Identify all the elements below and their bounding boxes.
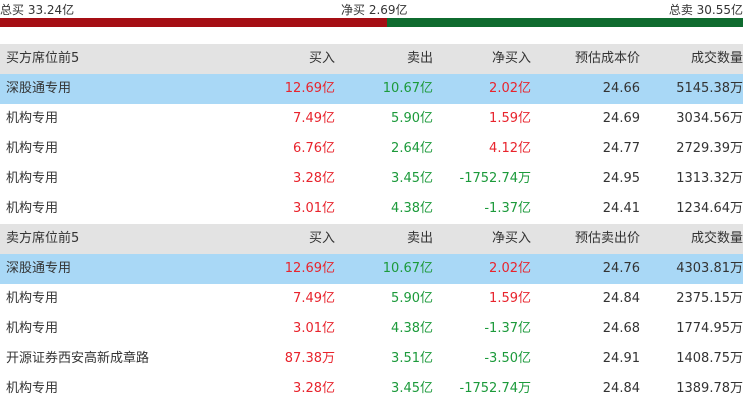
net-buy-cell: 4.12亿 <box>489 141 531 156</box>
seat-name-cell: 开源证券西安高新成章路 <box>6 351 150 366</box>
sell-seats-header-est-price: 预估卖出价 <box>574 231 640 246</box>
est-price-cell: 24.41 <box>602 201 640 216</box>
sell-seats-header-sell-amount: 卖出 <box>406 231 433 246</box>
sell-seats-header-volume: 成交数量 <box>690 231 743 246</box>
sell-amount-cell: 5.90亿 <box>391 111 433 126</box>
est-price-cell: 24.91 <box>602 351 640 366</box>
buy-seats-header-net-buy: 净买入 <box>491 51 531 66</box>
est-price-cell: 24.68 <box>602 321 640 336</box>
summary-labels: 总买 33.24亿 净买 2.69亿 总卖 30.55亿 <box>0 0 743 18</box>
volume-cell: 4303.81万 <box>676 261 743 276</box>
volume-cell: 1774.95万 <box>676 321 743 336</box>
est-price-cell: 24.84 <box>602 381 640 396</box>
net-buy-cell: -1.37亿 <box>484 201 531 216</box>
sell-seats-header-buy-amount: 买入 <box>308 231 335 246</box>
volume-cell: 1389.78万 <box>676 381 743 396</box>
sell-amount-cell: 4.38亿 <box>391 321 433 336</box>
table-row[interactable]: 机构专用 7.49亿 5.90亿 1.59亿 24.69 3034.56万 <box>0 104 743 134</box>
buy-portion-bar <box>0 18 388 27</box>
seat-name-cell: 机构专用 <box>6 291 59 306</box>
buy-seats-header-sell-amount: 卖出 <box>406 51 433 66</box>
sell-amount-cell: 2.64亿 <box>391 141 433 156</box>
est-price-cell: 24.84 <box>602 291 640 306</box>
volume-cell: 3034.56万 <box>676 111 743 126</box>
sell-amount-cell: 10.67亿 <box>382 81 433 96</box>
seat-name-cell: 机构专用 <box>6 141 59 156</box>
table-row[interactable]: 机构专用 3.01亿 4.38亿 -1.37亿 24.41 1234.64万 <box>0 194 743 224</box>
seat-name-cell: 机构专用 <box>6 381 59 396</box>
seat-name-cell: 机构专用 <box>6 171 59 186</box>
table-row[interactable]: 开源证券西安高新成章路 87.38万 3.51亿 -3.50亿 24.91 1408.75… <box>0 344 743 374</box>
buy-seats-header-row: 买方席位前5 买入 卖出 净买入 预估成本价 成交数量 <box>0 44 743 74</box>
net-buy-cell: 1.59亿 <box>489 111 531 126</box>
volume-cell: 5145.38万 <box>676 81 743 96</box>
total-buy-label: 总买 33.24亿 <box>0 3 75 17</box>
buy-amount-cell: 3.01亿 <box>293 321 335 336</box>
sell-amount-cell: 4.38亿 <box>391 201 433 216</box>
buy-seats-header-volume: 成交数量 <box>690 51 743 66</box>
buy-seats-header-buy-amount: 买入 <box>308 51 335 66</box>
table-row[interactable]: 深股通专用 12.69亿 10.67亿 2.02亿 24.66 5145.38万 <box>0 74 743 104</box>
seat-name-cell: 机构专用 <box>6 201 59 216</box>
buy-sell-ratio-bar <box>0 18 743 27</box>
sell-amount-cell: 3.51亿 <box>391 351 433 366</box>
net-buy-cell: 2.02亿 <box>489 81 531 96</box>
buy-amount-cell: 3.28亿 <box>293 171 335 186</box>
sell-amount-cell: 5.90亿 <box>391 291 433 306</box>
table-row[interactable]: 机构专用 6.76亿 2.64亿 4.12亿 24.77 2729.39万 <box>0 134 743 164</box>
seat-name-cell: 深股通专用 <box>6 261 72 276</box>
buy-amount-cell: 87.38万 <box>284 351 335 366</box>
seat-ranking-table: 买方席位前5 买入 卖出 净买入 预估成本价 成交数量 深股通专用 12.69亿 10.67亿 2… <box>0 44 743 404</box>
volume-cell: 2375.15万 <box>676 291 743 306</box>
sell-amount-cell: 3.45亿 <box>391 381 433 396</box>
table-row[interactable]: 机构专用 7.49亿 5.90亿 1.59亿 24.84 2375.15万 <box>0 284 743 314</box>
est-price-cell: 24.95 <box>602 171 640 186</box>
buy-amount-cell: 12.69亿 <box>284 261 335 276</box>
net-buy-cell: 2.02亿 <box>489 261 531 276</box>
est-price-cell: 24.69 <box>602 111 640 126</box>
table-row[interactable]: 机构专用 3.01亿 4.38亿 -1.37亿 24.68 1774.95万 <box>0 314 743 344</box>
buy-amount-cell: 3.01亿 <box>293 201 335 216</box>
est-price-cell: 24.77 <box>602 141 640 156</box>
buy-seats-header-seat-name: 买方席位前5 <box>6 51 80 66</box>
volume-cell: 1313.32万 <box>676 171 743 186</box>
net-buy-label: 净买 2.69亿 <box>341 3 408 17</box>
net-buy-cell: -1.37亿 <box>484 321 531 336</box>
seat-name-cell: 机构专用 <box>6 321 59 336</box>
est-price-cell: 24.66 <box>602 81 640 96</box>
table-row[interactable]: 机构专用 3.28亿 3.45亿 -1752.74万 24.84 1389.78万 <box>0 374 743 404</box>
sell-seats-header-row: 卖方席位前5 买入 卖出 净买入 预估卖出价 成交数量 <box>0 224 743 254</box>
volume-cell: 1408.75万 <box>676 351 743 366</box>
net-buy-cell: -3.50亿 <box>484 351 531 366</box>
sell-portion-bar <box>387 18 743 27</box>
buy-amount-cell: 7.49亿 <box>293 111 335 126</box>
volume-cell: 1234.64万 <box>676 201 743 216</box>
sell-seats-header-net-buy: 净买入 <box>491 231 531 246</box>
seat-name-cell: 机构专用 <box>6 111 59 126</box>
sell-amount-cell: 10.67亿 <box>382 261 433 276</box>
table-row[interactable]: 机构专用 3.28亿 3.45亿 -1752.74万 24.95 1313.32万 <box>0 164 743 194</box>
buy-amount-cell: 6.76亿 <box>293 141 335 156</box>
sell-amount-cell: 3.45亿 <box>391 171 433 186</box>
buy-amount-cell: 7.49亿 <box>293 291 335 306</box>
trade-summary: 总买 33.24亿 净买 2.69亿 总卖 30.55亿 <box>0 0 743 27</box>
net-buy-cell: -1752.74万 <box>459 171 531 186</box>
buy-amount-cell: 3.28亿 <box>293 381 335 396</box>
total-sell-label: 总卖 30.55亿 <box>668 3 743 17</box>
sell-seats-header-seat-name: 卖方席位前5 <box>6 231 80 246</box>
seat-name-cell: 深股通专用 <box>6 81 72 96</box>
est-price-cell: 24.76 <box>602 261 640 276</box>
net-buy-cell: -1752.74万 <box>459 381 531 396</box>
buy-amount-cell: 12.69亿 <box>284 81 335 96</box>
table-row[interactable]: 深股通专用 12.69亿 10.67亿 2.02亿 24.76 4303.81万 <box>0 254 743 284</box>
volume-cell: 2729.39万 <box>676 141 743 156</box>
net-buy-cell: 1.59亿 <box>489 291 531 306</box>
buy-seats-header-est-price: 预估成本价 <box>574 51 640 66</box>
